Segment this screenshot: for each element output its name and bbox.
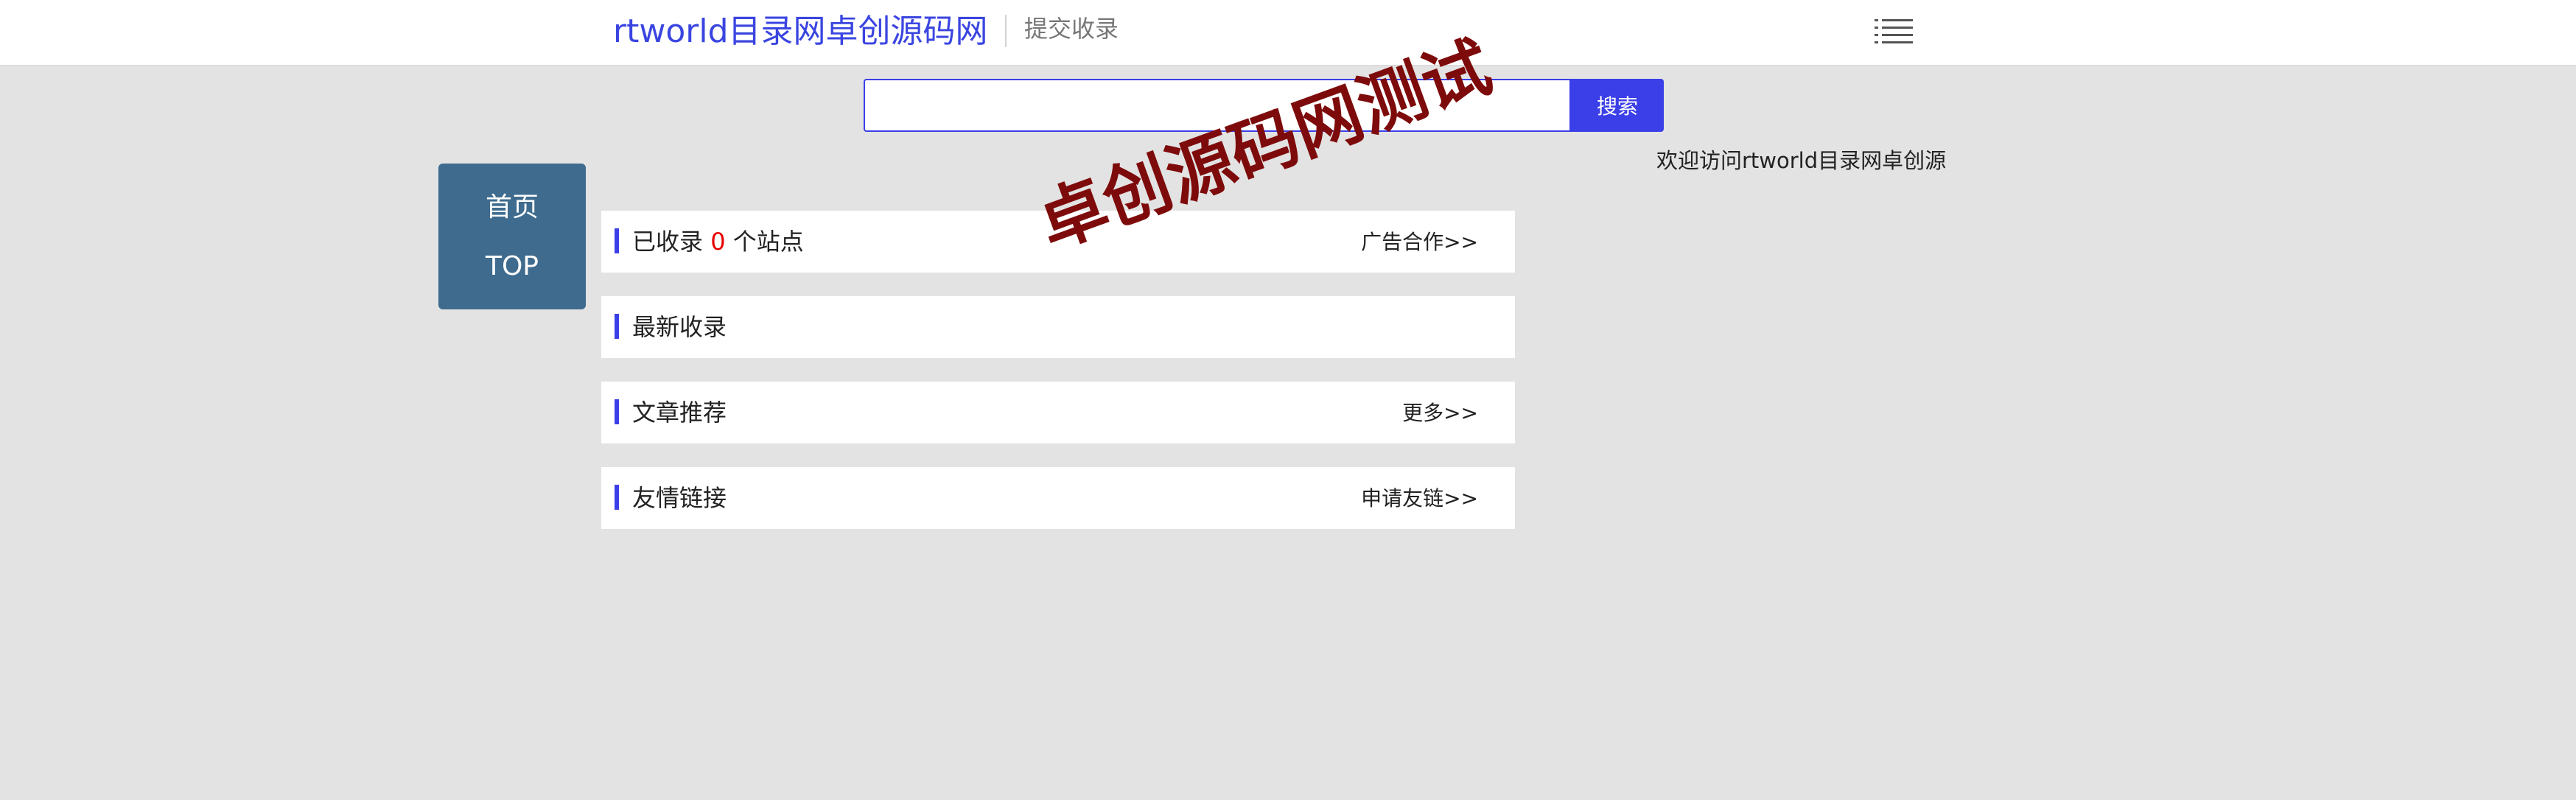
collected-sites-title: 已收录 0 个站点: [632, 225, 804, 258]
panel-accent-bar: [615, 485, 619, 510]
nav-top-link[interactable]: TOP: [438, 245, 586, 289]
latest-collected-title: 最新收录: [632, 313, 727, 341]
welcome-marquee: 欢迎访问rtworld目录网卓创源: [1656, 148, 1947, 173]
recommended-articles-title: 文章推荐: [632, 399, 727, 427]
friend-links-title: 友情链接: [632, 484, 727, 512]
collected-count: 0: [710, 228, 726, 256]
more-articles-link[interactable]: 更多>>: [1402, 398, 1478, 429]
submit-site-link[interactable]: 提交收录: [1024, 12, 1119, 46]
menu-list-icon[interactable]: [1875, 18, 1913, 44]
site-title-link[interactable]: rtworld目录网卓创源码网: [613, 6, 988, 57]
panel-accent-bar: [615, 314, 619, 339]
search-button[interactable]: 搜索: [1571, 79, 1664, 132]
ad-cooperation-link[interactable]: 广告合作>>: [1361, 227, 1478, 258]
floating-side-nav: 首页 TOP: [438, 164, 586, 309]
collected-prefix: 已收录: [632, 228, 704, 256]
panel-accent-bar: [615, 228, 619, 253]
apply-friend-link[interactable]: 申请友链>>: [1361, 483, 1478, 514]
collected-suffix: 个站点: [732, 228, 804, 256]
latest-collected-panel: 最新收录: [601, 296, 1515, 358]
site-header: rtworld目录网卓创源码网 提交收录: [0, 0, 2576, 66]
nav-home-link[interactable]: 首页: [438, 186, 586, 230]
friend-links-panel: 友情链接 申请友链>>: [601, 467, 1515, 529]
panel-accent-bar: [615, 399, 619, 424]
recommended-articles-panel: 文章推荐 更多>>: [601, 382, 1515, 443]
header-divider: [1005, 15, 1007, 47]
